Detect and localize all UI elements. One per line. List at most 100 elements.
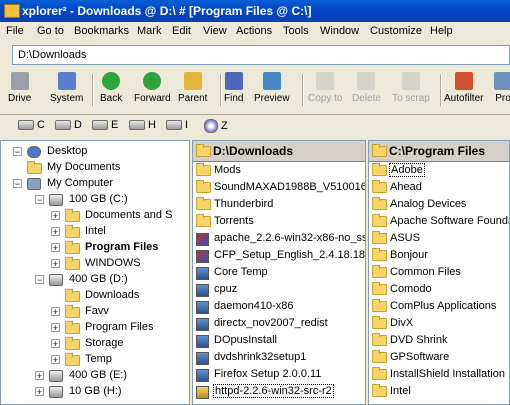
file-row[interactable]: Torrents	[193, 213, 365, 230]
back-button[interactable]: Back	[100, 72, 122, 104]
expand-icon[interactable]: +	[51, 307, 60, 317]
find-button[interactable]: Find	[224, 72, 243, 104]
file-row[interactable]: Mods	[193, 162, 365, 179]
left-file-pane[interactable]: D:\Downloads Mods SoundMAXAD1988B_V510016…	[192, 140, 366, 405]
tree-node[interactable]: +10 GB (H:)	[1, 384, 189, 400]
drive-c-button[interactable]: C	[18, 119, 45, 131]
file-row[interactable]: Firefox Setup 2.0.0.11	[193, 366, 365, 383]
expand-icon[interactable]: +	[35, 371, 44, 381]
folder-row[interactable]: InstallShield Installation In	[369, 366, 509, 383]
parent-button[interactable]: Parent	[178, 72, 207, 104]
expand-icon[interactable]: +	[51, 243, 60, 253]
tree-node[interactable]: − Desktop	[1, 144, 189, 160]
tree-node[interactable]: − My Computer	[1, 176, 189, 192]
folder-row[interactable]: Bonjour	[369, 247, 509, 264]
menu-item-go-to[interactable]: Go to	[37, 25, 64, 37]
folder-row[interactable]: ASUS	[369, 230, 509, 247]
tree-node[interactable]: + Program Files	[1, 240, 189, 256]
right-file-pane[interactable]: C:\Program Files Adobe Ahead Analog Device…	[368, 140, 510, 405]
expand-icon[interactable]: +	[51, 339, 60, 349]
tree-node[interactable]: + Documents and S	[1, 208, 189, 224]
expand-icon[interactable]: +	[35, 387, 44, 397]
folder-row[interactable]: Analog Devices	[369, 196, 509, 213]
tree-node[interactable]: − 100 GB (C:)	[1, 192, 189, 208]
file-row[interactable]: Thunderbird	[193, 196, 365, 213]
right-pane-header[interactable]: C:\Program Files	[369, 141, 509, 162]
filter-funnel-icon	[454, 72, 473, 90]
file-row[interactable]: apache_2.2.6-win32-x86-no_ss	[193, 230, 365, 247]
address-value[interactable]: D:\Downloads	[18, 49, 86, 61]
system-button[interactable]: System	[50, 72, 83, 104]
collapse-icon[interactable]: −	[13, 147, 22, 157]
tree-node[interactable]: +400 GB (E:)	[1, 368, 189, 384]
to-scrap-button[interactable]: To scrap	[392, 72, 430, 104]
file-row[interactable]: DOpusInstall	[193, 332, 365, 349]
collapse-icon[interactable]: −	[13, 179, 22, 189]
tree-node[interactable]: + Intel	[1, 224, 189, 240]
left-pane-header[interactable]: D:\Downloads	[193, 141, 365, 162]
tree-node[interactable]: My Documents	[1, 160, 189, 176]
file-row[interactable]: httpd-2.2.6-win32-src-r2	[193, 383, 365, 400]
expand-icon[interactable]: +	[51, 355, 60, 365]
folder-row[interactable]: Common Files	[369, 264, 509, 281]
forward-button[interactable]: Forward	[134, 72, 171, 104]
tree-node[interactable]: + Favv	[1, 304, 189, 320]
collapse-icon[interactable]: −	[35, 275, 44, 285]
tree-node[interactable]: Downloads	[1, 288, 189, 304]
expand-icon[interactable]: +	[51, 323, 60, 333]
title-bar[interactable]: xplorer² - Downloads @ D:\ # [Program Fi…	[0, 0, 510, 22]
drive-i-button[interactable]: I	[166, 119, 188, 131]
folder-row[interactable]: Ahead	[369, 179, 509, 196]
folder-row[interactable]: Adobe	[369, 162, 509, 179]
drive-e-button[interactable]: E	[92, 119, 118, 131]
expand-icon[interactable]: +	[51, 227, 60, 237]
folder-row[interactable]: ComPlus Applications	[369, 298, 509, 315]
folder-row[interactable]: DivX	[369, 315, 509, 332]
menu-item-bookmarks[interactable]: Bookmarks	[74, 25, 129, 37]
drive-button[interactable]: Drive	[8, 72, 31, 104]
folder-row[interactable]: GPSoftware	[369, 349, 509, 366]
file-row[interactable]: Core Temp	[193, 264, 365, 281]
tree-node[interactable]: − 400 GB (D:)	[1, 272, 189, 288]
copy-to-button[interactable]: Copy to	[308, 72, 342, 104]
menu-item-window[interactable]: Window	[320, 25, 359, 37]
system-label: System	[50, 93, 84, 104]
preview-button[interactable]: Preview	[254, 72, 290, 104]
address-bar[interactable]: D:\Downloads	[12, 45, 510, 65]
tree-node[interactable]: + WINDOWS	[1, 256, 189, 272]
drive-z-button[interactable]: Z	[204, 119, 228, 133]
app-icon[interactable]	[4, 4, 20, 18]
to-scrap-label: To scrap	[392, 93, 430, 104]
file-row[interactable]: directx_nov2007_redist	[193, 315, 365, 332]
menu-item-actions[interactable]: Actions	[236, 25, 272, 37]
drive-d-button[interactable]: D	[55, 119, 82, 131]
pro-button[interactable]: Pro	[494, 72, 510, 104]
menu-item-customize[interactable]: Customize	[370, 25, 422, 37]
menu-item-file[interactable]: File	[6, 25, 24, 37]
folder-row[interactable]: Intel	[369, 383, 509, 400]
expand-icon[interactable]: +	[51, 259, 60, 269]
file-row[interactable]: daemon410-x86	[193, 298, 365, 315]
folder-row[interactable]: Apache Software Founda	[369, 213, 509, 230]
menu-item-tools[interactable]: Tools	[283, 25, 309, 37]
menu-item-mark[interactable]: Mark	[137, 25, 161, 37]
autofilter-button[interactable]: Autofilter	[444, 72, 483, 104]
expand-icon[interactable]: +	[51, 211, 60, 221]
file-row[interactable]: CFP_Setup_English_2.4.18.184	[193, 247, 365, 264]
delete-button[interactable]: Delete	[352, 72, 381, 104]
folder-tree[interactable]: − Desktop My Documents − My Computer −100 GB …	[0, 140, 190, 405]
tree-node[interactable]: + Temp	[1, 352, 189, 368]
tree-node[interactable]: + Program Files	[1, 320, 189, 336]
file-row[interactable]: dvdshrink32setup1	[193, 349, 365, 366]
collapse-icon[interactable]: −	[35, 195, 44, 205]
folder-row[interactable]: Comodo	[369, 281, 509, 298]
menu-item-view[interactable]: View	[203, 25, 227, 37]
drive-h-button[interactable]: H	[129, 119, 156, 131]
menu-item-help[interactable]: Help	[430, 25, 453, 37]
tree-node[interactable]: + Storage	[1, 336, 189, 352]
menu-item-edit[interactable]: Edit	[172, 25, 191, 37]
folder-row[interactable]: DVD Shrink	[369, 332, 509, 349]
file-row[interactable]: SoundMAXAD1988B_V5100161:	[193, 179, 365, 196]
file-row[interactable]: cpuz	[193, 281, 365, 298]
drive-letter: C	[37, 119, 45, 131]
